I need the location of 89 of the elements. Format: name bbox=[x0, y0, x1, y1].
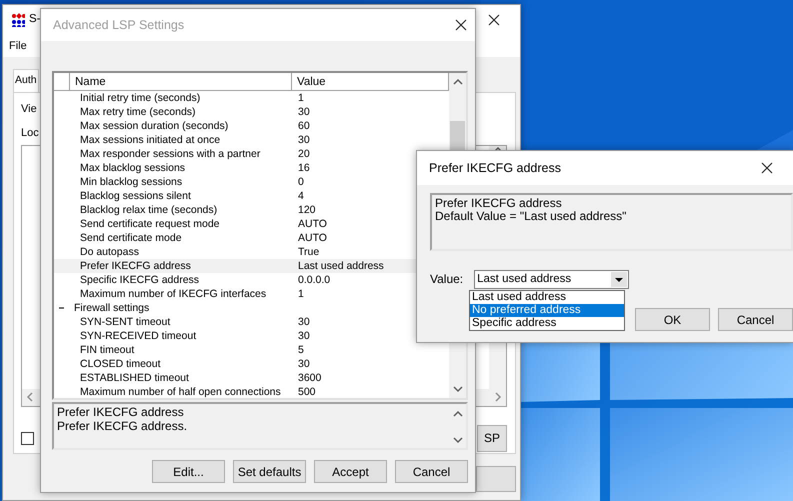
field-label: Value: bbox=[430, 271, 464, 288]
dropdown-option[interactable]: No preferred address bbox=[470, 304, 624, 317]
dropdown-option[interactable]: Specific address bbox=[470, 317, 624, 330]
setting-value: 30 bbox=[298, 134, 310, 146]
tree-row[interactable]: Maximum number of half open connections 500 bbox=[54, 385, 449, 398]
setting-name: Do autopass bbox=[80, 246, 139, 258]
setting-value: 3600 bbox=[298, 372, 322, 384]
menu-item[interactable]: File bbox=[9, 38, 27, 54]
setting-name: Initial retry time (seconds) bbox=[80, 92, 200, 104]
button[interactable]: OK bbox=[635, 308, 710, 331]
tree-row[interactable]: Max retry time (seconds) 30 bbox=[54, 105, 449, 119]
tree-row[interactable]: CLOSED timeout 30 bbox=[54, 357, 449, 371]
setting-value: 1 bbox=[298, 288, 304, 300]
label: Vie bbox=[21, 102, 37, 117]
close-icon[interactable] bbox=[455, 19, 467, 31]
tab[interactable]: Auth bbox=[13, 69, 39, 92]
chevron-down-icon[interactable] bbox=[452, 436, 462, 444]
tree-row[interactable]: Initial retry time (seconds) 1 bbox=[54, 91, 449, 105]
window-title: S- bbox=[29, 12, 40, 28]
dialog-title: Prefer IKECFG address bbox=[429, 160, 561, 177]
column-header[interactable]: Value bbox=[292, 73, 449, 91]
setting-value: 5 bbox=[298, 344, 304, 356]
setting-value: 30 bbox=[298, 358, 310, 370]
button[interactable]: Accept bbox=[314, 460, 387, 483]
setting-name: Prefer IKECFG address bbox=[80, 260, 191, 272]
setting-name: Firewall settings bbox=[74, 302, 150, 314]
setting-name: SYN-RECEIVED timeout bbox=[80, 330, 196, 342]
setting-name: Max responder sessions with a partner bbox=[80, 148, 260, 160]
setting-value: 0 bbox=[298, 176, 304, 188]
setting-value: 120 bbox=[298, 204, 316, 216]
value-dropdown[interactable]: Last used address bbox=[474, 270, 630, 289]
column-header bbox=[54, 73, 70, 91]
setting-value: 4 bbox=[298, 190, 304, 202]
chevron-down-icon[interactable] bbox=[452, 385, 462, 393]
setting-name: Min blacklog sessions bbox=[80, 176, 182, 188]
setting-name: Max blacklog sessions bbox=[80, 162, 186, 174]
setting-name: Max retry time (seconds) bbox=[80, 106, 196, 118]
setting-value: 30 bbox=[298, 106, 310, 118]
tree-row[interactable]: Max session duration (seconds) 60 bbox=[54, 119, 449, 133]
dropdown-option[interactable]: Last used address bbox=[470, 291, 624, 304]
setting-name: Maximum number of IKECFG interfaces bbox=[80, 288, 266, 300]
description-text: Default Value = "Last used address" bbox=[435, 210, 628, 223]
setting-name: CLOSED timeout bbox=[80, 358, 161, 370]
setting-value: 16 bbox=[298, 162, 310, 174]
setting-value: 60 bbox=[298, 120, 310, 132]
chevron-left-icon[interactable] bbox=[26, 392, 34, 402]
label: Loc bbox=[21, 126, 39, 142]
setting-name: Max sessions initiated at once bbox=[80, 134, 220, 146]
setting-name: Specific IKECFG address bbox=[80, 274, 200, 286]
column-header[interactable]: Name bbox=[70, 73, 292, 91]
close-icon[interactable] bbox=[488, 14, 500, 26]
chevron-up-icon[interactable] bbox=[452, 410, 462, 418]
chevron-right-icon[interactable] bbox=[494, 392, 502, 402]
checkbox[interactable] bbox=[21, 432, 34, 445]
setting-value: 20 bbox=[298, 148, 310, 160]
setting-value: Last used address bbox=[298, 260, 384, 272]
button[interactable]: Edit... bbox=[152, 460, 225, 483]
setting-name: Max session duration (seconds) bbox=[80, 120, 228, 132]
dialog-title: Advanced LSP Settings bbox=[53, 16, 184, 34]
setting-value: 0.0.0.0 bbox=[298, 274, 330, 286]
button[interactable]: SP bbox=[477, 424, 507, 452]
setting-value: 30 bbox=[298, 330, 310, 342]
setting-value: 1 bbox=[298, 92, 304, 104]
description-text: Prefer IKECFG address bbox=[435, 197, 563, 210]
button[interactable]: Cancel bbox=[718, 308, 793, 331]
close-icon[interactable] bbox=[761, 162, 773, 174]
setting-name: Send certificate request mode bbox=[80, 218, 220, 230]
setting-value: AUTO bbox=[298, 232, 327, 244]
setting-name: Blacklog sessions silent bbox=[80, 190, 191, 202]
setting-value: True bbox=[298, 246, 320, 258]
button[interactable]: Cancel bbox=[395, 460, 468, 483]
setting-name: Maximum number of half open connections bbox=[80, 386, 281, 398]
setting-value: AUTO bbox=[298, 218, 327, 230]
description-text: Prefer IKECFG address. bbox=[57, 419, 188, 433]
description-text: Prefer IKECFG address bbox=[57, 405, 185, 419]
tree-row[interactable]: Max sessions initiated at once 30 bbox=[54, 133, 449, 147]
setting-name: Blacklog relax time (seconds) bbox=[80, 204, 218, 216]
setting-name: FIN timeout bbox=[80, 344, 134, 356]
chevron-up-icon[interactable] bbox=[452, 78, 462, 86]
tree-row[interactable]: ESTABLISHED timeout 3600 bbox=[54, 371, 449, 385]
setting-name: Send certificate mode bbox=[80, 232, 182, 244]
setting-name: SYN-SENT timeout bbox=[80, 316, 170, 328]
collapse-icon[interactable] bbox=[59, 305, 65, 311]
button[interactable]: Set defaults bbox=[233, 460, 306, 483]
setting-name: ESTABLISHED timeout bbox=[80, 372, 189, 384]
app-icon bbox=[11, 13, 25, 27]
setting-value: 30 bbox=[298, 316, 310, 328]
setting-value: 500 bbox=[298, 386, 316, 398]
tree-row[interactable]: FIN timeout 5 bbox=[54, 343, 449, 357]
